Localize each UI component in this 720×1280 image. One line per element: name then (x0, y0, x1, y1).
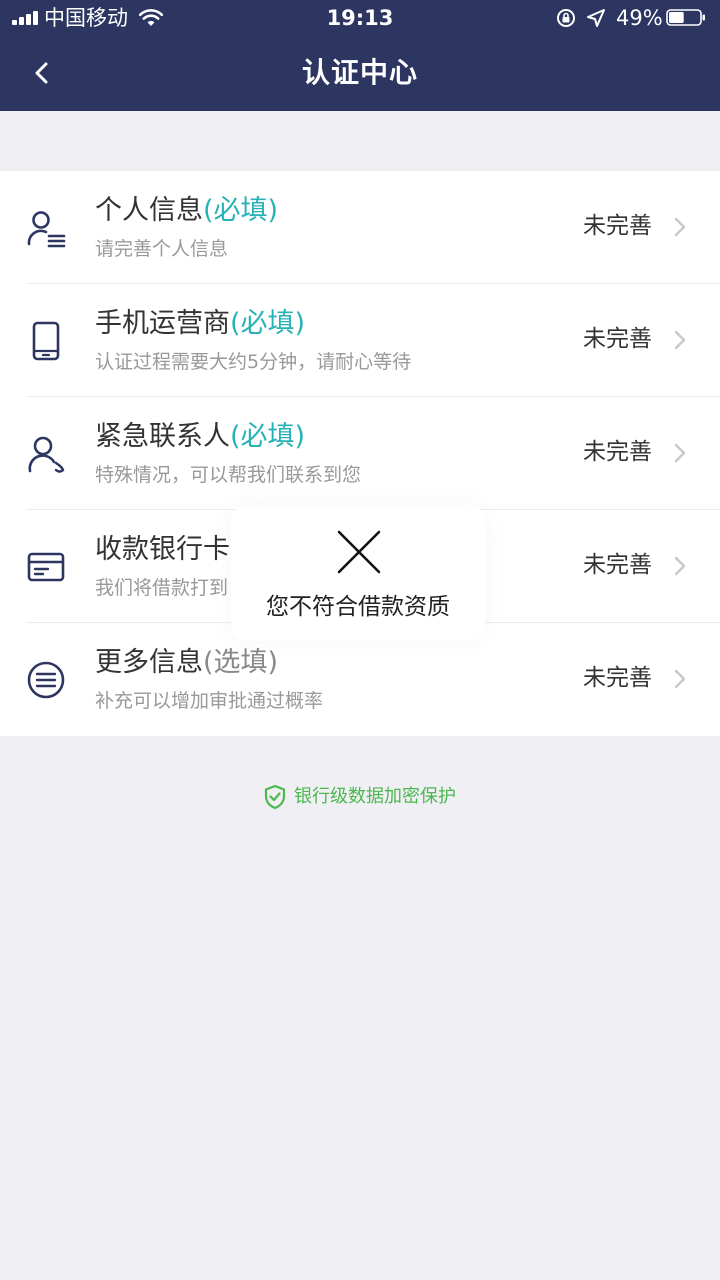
chevron-right-icon (674, 330, 686, 350)
item-title: 更多信息(选填) (95, 647, 279, 678)
certification-list: 个人信息(必填) 请完善个人信息 未完善 手机运营商(必填) 认证过程需要大约5… (0, 171, 720, 736)
item-status: 未完善 (583, 326, 652, 352)
rotation-lock-icon (557, 9, 575, 27)
chevron-right-icon (674, 669, 686, 689)
status-bar: 中国移动 19:13 49% (0, 0, 720, 36)
item-status: 未完善 (583, 213, 652, 239)
item-subtitle: 特殊情况，可以帮我们联系到您 (95, 464, 362, 486)
close-icon (337, 530, 381, 574)
required-tag: (必填) (203, 195, 279, 226)
list-item-personal-info[interactable]: 个人信息(必填) 请完善个人信息 未完善 (0, 171, 720, 284)
security-note: 银行级数据加密保护 (0, 784, 720, 810)
item-title: 个人信息(必填) (95, 195, 279, 226)
shield-check-icon (264, 784, 286, 810)
list-item-emergency-contact[interactable]: 紧急联系人(必填) 特殊情况，可以帮我们联系到您 未完善 (0, 397, 720, 510)
chevron-right-icon (674, 443, 686, 463)
required-tag: (必填) (230, 308, 306, 339)
person-call-icon (28, 436, 65, 473)
item-subtitle: 我们将借款打到 (95, 577, 229, 599)
battery-icon (666, 9, 705, 26)
list-item-mobile-carrier[interactable]: 手机运营商(必填) 认证过程需要大约5分钟，请耐心等待 未完善 (0, 284, 720, 397)
nav-bar: 认证中心 (0, 36, 720, 111)
item-title: 手机运营商(必填) (95, 308, 306, 339)
list-circle-icon (27, 661, 65, 699)
item-status: 未完善 (583, 439, 652, 465)
status-time: 19:13 (326, 6, 394, 30)
security-label: 银行级数据加密保护 (294, 786, 456, 807)
optional-tag: (选填) (203, 647, 279, 678)
page-title: 认证中心 (301, 56, 418, 89)
item-status: 未完善 (583, 552, 652, 578)
battery-percent: 49% (616, 6, 663, 30)
bank-card-icon (27, 552, 65, 582)
item-title: 收款银行卡 (95, 534, 230, 565)
chevron-right-icon (674, 217, 686, 237)
phone-icon (32, 321, 60, 361)
item-subtitle: 请完善个人信息 (95, 238, 229, 260)
chevron-right-icon (674, 556, 686, 576)
location-arrow-icon (587, 9, 605, 27)
person-list-icon (27, 211, 66, 248)
toast-message: 您不符合借款资质 (266, 594, 450, 620)
item-subtitle: 补充可以增加审批通过概率 (95, 690, 324, 712)
required-tag: (必填) (230, 421, 306, 452)
item-status: 未完善 (583, 665, 652, 691)
app-header: 中国移动 19:13 49% 认证中心 (0, 0, 720, 111)
toast-dialog: 您不符合借款资质 (231, 505, 485, 641)
item-subtitle: 认证过程需要大约5分钟，请耐心等待 (95, 351, 412, 373)
item-title: 紧急联系人(必填) (95, 421, 306, 452)
